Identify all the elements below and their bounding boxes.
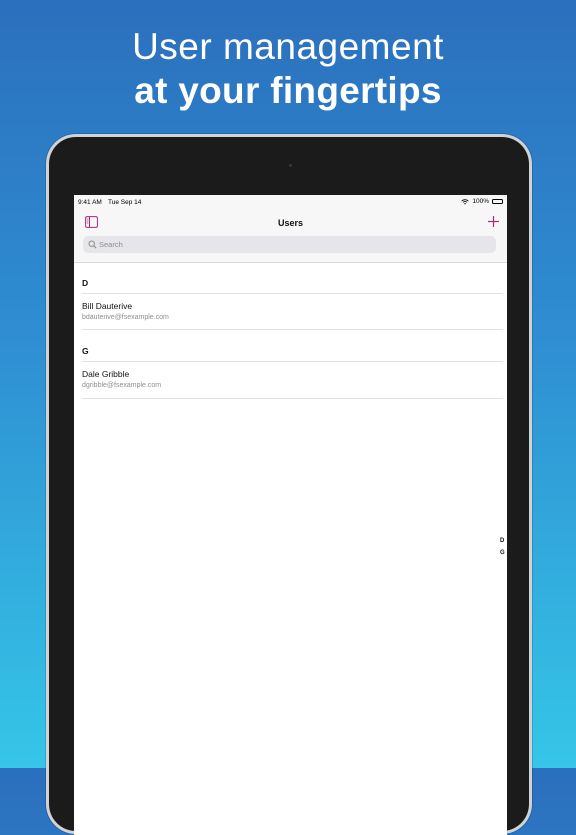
status-indicators: 100% (461, 198, 503, 205)
plus-icon[interactable] (487, 215, 500, 228)
status-bar: 9:41 AM Tue Sep 14 100% (74, 195, 507, 209)
user-email: bdauterive@fsexample.com (82, 314, 169, 321)
navigation-bar: 9:41 AM Tue Sep 14 100% Users Search (74, 195, 507, 263)
section-header-d: D (82, 278, 89, 288)
app-screen: 9:41 AM Tue Sep 14 100% Users Search D B… (74, 195, 507, 835)
section-index-g[interactable]: G (500, 550, 505, 556)
section-index-d[interactable]: D (500, 538, 504, 544)
divider (82, 293, 503, 294)
search-input[interactable]: Search (83, 236, 496, 253)
device-bezel: 9:41 AM Tue Sep 14 100% Users Search D B… (49, 137, 529, 835)
divider (82, 361, 503, 362)
page-title: Users (277, 218, 304, 228)
headline-line-2: at your fingertips (134, 70, 442, 111)
user-email: dgribble@fsexample.com (82, 382, 162, 389)
search-icon (88, 240, 97, 249)
status-date: Tue Sep 14 (108, 199, 142, 206)
camera-icon (289, 164, 292, 167)
ipad-device: 9:41 AM Tue Sep 14 100% Users Search D B… (46, 134, 532, 835)
user-name: Bill Dauterive (82, 301, 133, 311)
battery-icon (492, 199, 503, 204)
battery-percent: 100% (472, 198, 489, 205)
section-header-g: G (82, 346, 89, 356)
divider (82, 398, 503, 399)
status-time: 9:41 AM (78, 199, 102, 206)
user-name: Dale Gribble (82, 369, 130, 379)
headline-line-1: User management (132, 26, 444, 67)
search-placeholder: Search (99, 240, 123, 249)
wifi-icon (461, 198, 470, 205)
divider (82, 329, 503, 330)
